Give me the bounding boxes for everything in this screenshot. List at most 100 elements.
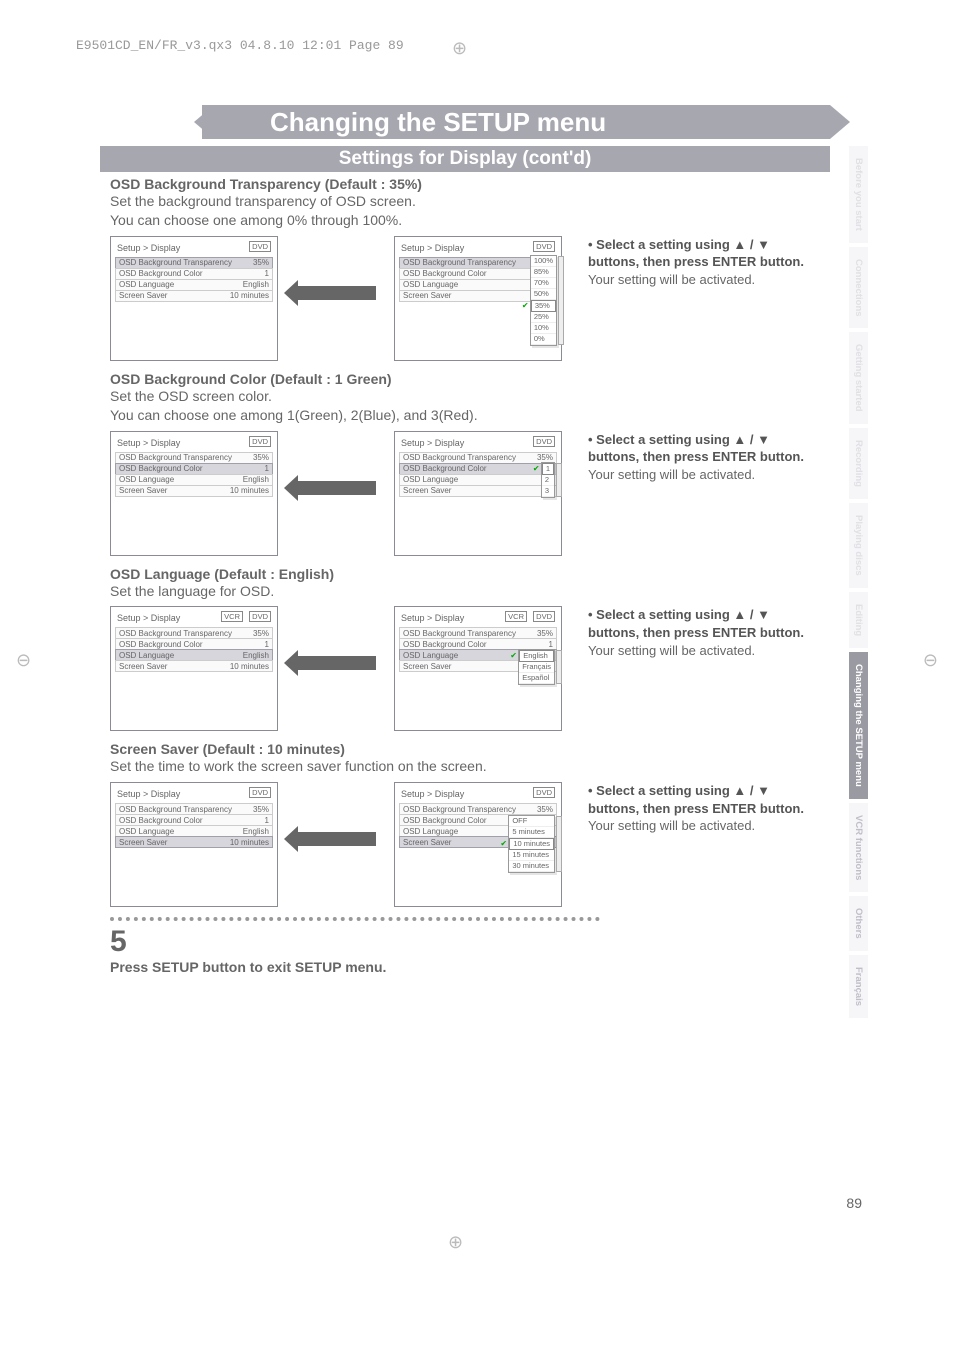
page-title-banner: Changing the SETUP menu (100, 105, 830, 139)
arrow-left-icon (296, 286, 376, 300)
osd-row: Screen Saver10 minutes (115, 660, 273, 672)
tab-getting-started[interactable]: Getting started (849, 332, 868, 424)
options-popup: ✔1 2 3 (541, 462, 555, 498)
options-popup: ✔English Français Español (518, 649, 555, 685)
instruction-text: • Select a setting using ▲ / ▼ buttons, … (588, 782, 808, 835)
crop-mark-icon: ⊕ (452, 38, 467, 59)
option-item-selected[interactable]: ✔35% (531, 300, 556, 312)
osd-breadcrumb: Setup > Display (117, 613, 180, 623)
osd-panel-left: Setup > Display DVD OSD Background Trans… (110, 236, 278, 361)
option-item[interactable]: 5 minutes (509, 827, 554, 838)
option-item[interactable]: 85% (531, 267, 556, 278)
option-item[interactable]: 70% (531, 278, 556, 289)
osd-breadcrumb: Setup > Display (117, 789, 180, 799)
osd-breadcrumb: Setup > Display (117, 243, 180, 253)
section-heading: Screen Saver (Default : 10 minutes) (110, 741, 820, 757)
dvd-badge: DVD (249, 241, 271, 252)
check-icon: ✔ (522, 301, 529, 311)
option-item[interactable]: 50% (531, 289, 556, 300)
crop-mark-icon: ⊖ (923, 650, 938, 671)
osd-breadcrumb: Setup > Display (401, 789, 464, 799)
scrollbar[interactable] (556, 463, 562, 497)
instruction-text: • Select a setting using ▲ / ▼ buttons, … (588, 236, 808, 289)
scrollbar[interactable] (556, 650, 562, 684)
osd-panel-right: Setup > Display DVD VCR OSD Background T… (394, 606, 562, 731)
section-text: You can choose one among 1(Green), 2(Blu… (110, 406, 820, 425)
option-item[interactable]: 3 (542, 486, 554, 497)
dvd-badge: DVD (249, 436, 271, 447)
option-item[interactable]: 100% (531, 256, 556, 267)
crop-mark-icon: ⊖ (16, 650, 31, 671)
section-heading: OSD Background Transparency (Default : 3… (110, 176, 820, 192)
check-icon: ✔ (533, 464, 540, 474)
check-icon: ✔ (500, 839, 507, 849)
option-item[interactable]: 30 minutes (509, 861, 554, 872)
vcr-badge: VCR (221, 611, 243, 622)
scrollbar[interactable] (556, 816, 562, 872)
option-item-selected[interactable]: ✔1 (542, 463, 554, 475)
dvd-badge: DVD (249, 611, 271, 622)
option-item[interactable]: 25% (531, 312, 556, 323)
page-title: Changing the SETUP menu (270, 107, 606, 138)
options-popup: 100% 85% 70% 50% ✔35% 25% 10% 0% (530, 255, 557, 346)
option-item-selected[interactable]: ✔English (519, 650, 554, 662)
section-bgcolor: OSD Background Color (Default : 1 Green)… (110, 371, 820, 556)
main-content: OSD Background Transparency (Default : 3… (110, 176, 820, 975)
tab-others[interactable]: Others (849, 896, 868, 951)
osd-panel-left: Setup > Display DVD VCR OSD Background T… (110, 606, 278, 731)
osd-breadcrumb: Setup > Display (401, 613, 464, 623)
scrollbar[interactable] (558, 256, 564, 345)
section-screensaver: Screen Saver (Default : 10 minutes) Set … (110, 741, 820, 907)
arrow-left-icon (296, 656, 376, 670)
section-text: Set the background transparency of OSD s… (110, 192, 820, 211)
section-text: Set the language for OSD. (110, 582, 820, 601)
option-item[interactable]: OFF (509, 816, 554, 827)
tab-changing-setup[interactable]: Changing the SETUP menu (849, 652, 868, 799)
osd-panel-right: Setup > Display DVD OSD Background Trans… (394, 782, 562, 907)
tab-vcr-functions[interactable]: VCR functions (849, 803, 868, 892)
tab-recording[interactable]: Recording (849, 428, 868, 499)
osd-panel-left: Setup > Display DVD OSD Background Trans… (110, 431, 278, 556)
dvd-badge: DVD (533, 787, 555, 798)
option-item[interactable]: 15 minutes (509, 850, 554, 861)
osd-panel-right: Setup > Display DVD OSD Background Trans… (394, 431, 562, 556)
section-transparency: OSD Background Transparency (Default : 3… (110, 176, 820, 361)
osd-breadcrumb: Setup > Display (401, 438, 464, 448)
osd-row: Screen Saver10 minutes (115, 836, 273, 848)
dvd-badge: DVD (533, 436, 555, 447)
section-heading: OSD Language (Default : English) (110, 566, 820, 582)
option-item[interactable]: 10% (531, 323, 556, 334)
instruction-text: • Select a setting using ▲ / ▼ buttons, … (588, 606, 808, 659)
instruction-text: • Select a setting using ▲ / ▼ buttons, … (588, 431, 808, 484)
page-subtitle: Settings for Display (cont'd) (339, 148, 592, 170)
step-number: 5 (110, 927, 820, 957)
osd-breadcrumb: Setup > Display (117, 438, 180, 448)
tab-francais[interactable]: Français (849, 955, 868, 1018)
subtitle-banner: Settings for Display (cont'd) (100, 146, 830, 172)
side-tab-strip: Before you start Connections Getting sta… (849, 146, 868, 1022)
dotted-separator (110, 917, 600, 921)
option-item-selected[interactable]: ✔10 minutes (509, 838, 554, 850)
osd-breadcrumb: Setup > Display (401, 243, 464, 253)
crop-mark-icon: ⊕ (448, 1232, 463, 1253)
step-text: Press SETUP button to exit SETUP menu. (110, 959, 820, 975)
section-language: OSD Language (Default : English) Set the… (110, 566, 820, 732)
tab-before-you-start[interactable]: Before you start (849, 146, 868, 243)
section-text: Set the OSD screen color. (110, 387, 820, 406)
osd-panel-right: Setup > Display DVD OSD Background Trans… (394, 236, 562, 361)
check-icon: ✔ (510, 651, 517, 661)
option-item[interactable]: 2 (542, 475, 554, 486)
options-popup: OFF 5 minutes ✔10 minutes 15 minutes 30 … (508, 815, 555, 873)
tab-connections[interactable]: Connections (849, 247, 868, 329)
tab-editing[interactable]: Editing (849, 592, 868, 648)
osd-panel-left: Setup > Display DVD OSD Background Trans… (110, 782, 278, 907)
option-item[interactable]: Français (519, 662, 554, 673)
section-text: You can choose one among 0% through 100%… (110, 211, 820, 230)
arrow-left-icon (296, 481, 376, 495)
tab-playing-discs[interactable]: Playing discs (849, 503, 868, 588)
section-text: Set the time to work the screen saver fu… (110, 757, 820, 776)
option-item[interactable]: 0% (531, 334, 556, 345)
option-item[interactable]: Español (519, 673, 554, 684)
dvd-badge: DVD (533, 611, 555, 622)
dvd-badge: DVD (249, 787, 271, 798)
